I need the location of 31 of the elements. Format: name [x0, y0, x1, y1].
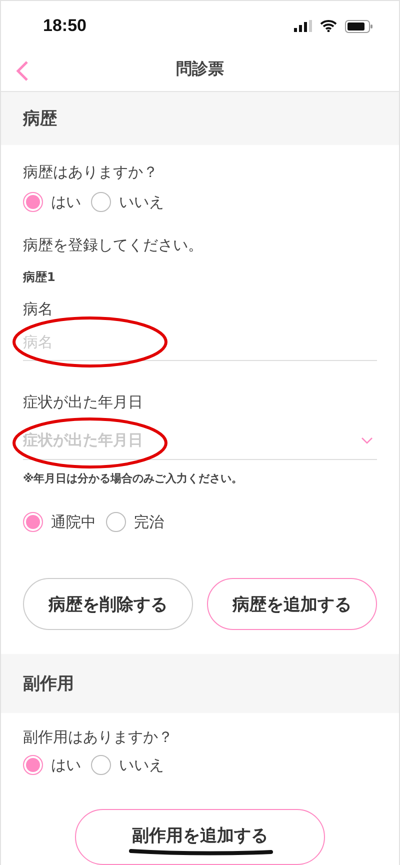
radio-label: はい — [51, 192, 81, 212]
field-label: 症状が出た年月日 — [23, 393, 143, 412]
section-title: 副作用 — [23, 673, 74, 696]
chevron-down-icon — [361, 437, 373, 444]
question-text: 副作用はありますか？ — [23, 728, 173, 747]
status-time: 18:50 — [43, 16, 86, 36]
add-button[interactable]: 病歴を追加する — [207, 578, 377, 630]
question-text: 病歴はありますか？ — [23, 163, 158, 182]
field-label: 病名 — [23, 300, 53, 320]
radio-label: 完治 — [134, 512, 164, 532]
page-title: 問診票 — [176, 58, 224, 80]
radio-label: いいえ — [119, 192, 164, 212]
radio-button[interactable] — [91, 192, 111, 212]
radio-label: 通院中 — [51, 512, 96, 532]
add-button[interactable]: 副作用を追加する — [75, 809, 325, 865]
signal-icon — [294, 20, 312, 32]
delete-button[interactable]: 病歴を削除する — [23, 578, 193, 630]
entry-label: 病歴1 — [23, 269, 56, 286]
section-title: 病歴 — [23, 108, 57, 130]
radio-label: はい — [51, 756, 81, 774]
prompt-text: 病歴を登録してください。 — [23, 236, 203, 256]
radio-button[interactable] — [23, 192, 43, 212]
radio-button[interactable] — [91, 755, 111, 775]
wifi-icon — [320, 20, 337, 32]
radio-button[interactable] — [23, 755, 43, 775]
radio-button[interactable] — [23, 512, 43, 532]
battery-icon — [345, 20, 373, 33]
note-text: ※年月日は分かる場合のみご入力ください。 — [23, 471, 243, 486]
radio-button[interactable] — [106, 512, 126, 532]
radio-label: いいえ — [119, 756, 164, 774]
back-button[interactable] — [15, 60, 29, 82]
